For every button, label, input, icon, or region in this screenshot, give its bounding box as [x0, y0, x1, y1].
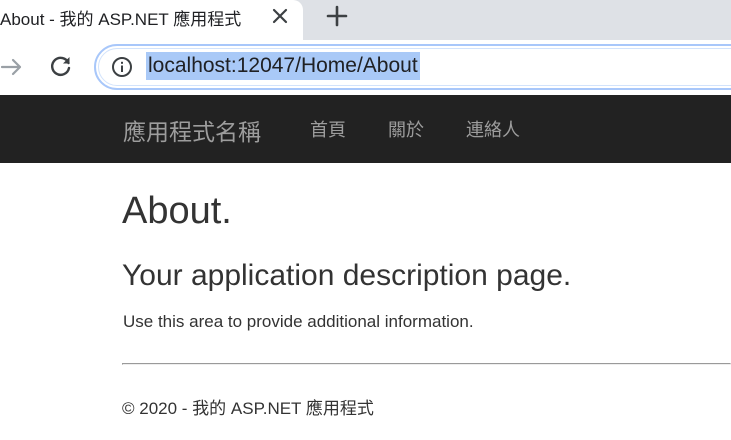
tab-title: About - 我的 ASP.NET 應用程式 [0, 10, 242, 29]
browser-tab-active[interactable]: About - 我的 ASP.NET 應用程式 [0, 0, 303, 40]
page-subtitle: Your application description page. [122, 259, 572, 292]
close-icon[interactable] [268, 4, 292, 28]
page-description: Use this area to provide additional info… [123, 312, 474, 331]
nav-link-about[interactable]: 關於 [388, 116, 424, 142]
arrow-right-icon[interactable] [0, 54, 26, 80]
footer-copyright: © 2020 - 我的 ASP.NET 應用程式 [122, 399, 374, 418]
plus-icon[interactable] [324, 3, 350, 29]
navbar-brand[interactable]: 應用程式名稱 [123, 113, 261, 147]
nav-link-home[interactable]: 首頁 [310, 116, 346, 142]
browser-toolbar: localhost:12047/Home/About [0, 40, 731, 95]
browser-tab-strip: About - 我的 ASP.NET 應用程式 [0, 0, 731, 40]
url-text[interactable]: localhost:12047/Home/About [146, 52, 420, 80]
reload-icon[interactable] [48, 53, 74, 79]
page-title: About. [122, 190, 232, 232]
address-bar[interactable]: localhost:12047/Home/About [94, 44, 731, 90]
nav-link-contact[interactable]: 連絡人 [466, 116, 520, 142]
footer-divider [122, 363, 731, 365]
site-navbar: 應用程式名稱 首頁 關於 連絡人 [0, 95, 731, 163]
info-icon[interactable] [110, 55, 134, 79]
